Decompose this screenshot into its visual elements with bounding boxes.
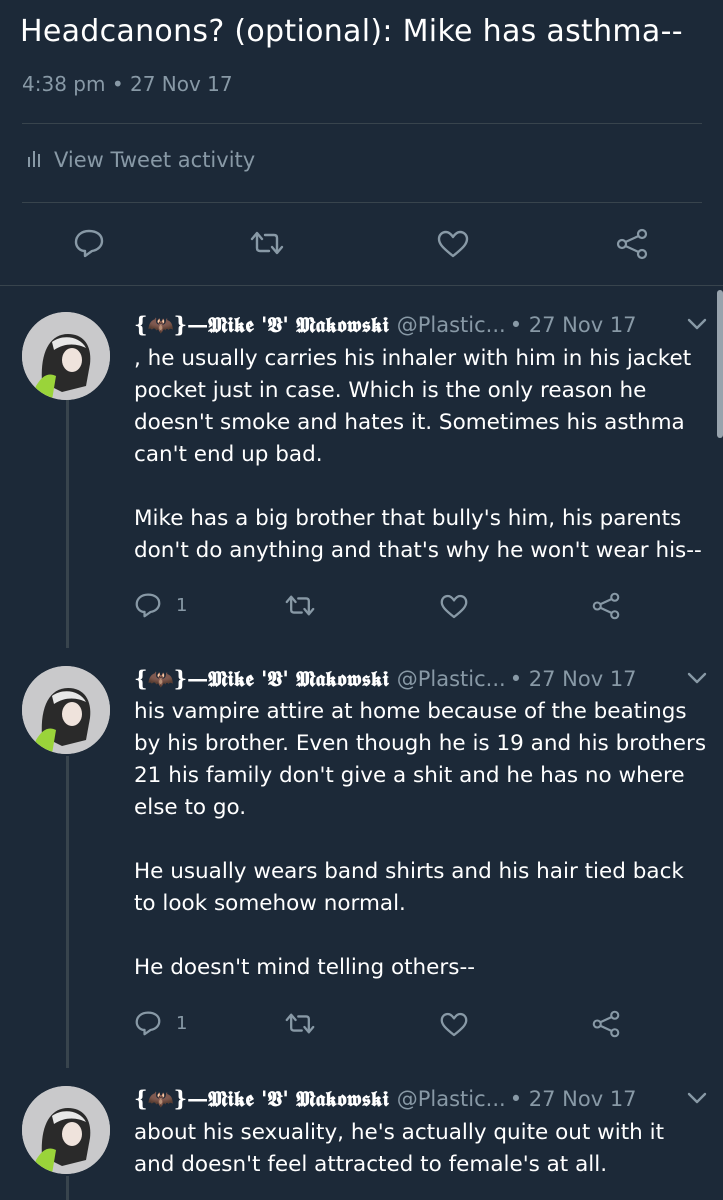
heart-icon (440, 1012, 468, 1037)
reply-paragraph: , he usually carries his inhaler with hi… (134, 346, 692, 467)
display-name[interactable]: {🦇}—𝕸𝖎𝖐𝖊 '𝖁' 𝕸𝖆𝖐𝖔𝖜𝖘𝖐𝖎 (134, 312, 389, 338)
share-icon (591, 592, 621, 620)
user-handle[interactable]: @Plastic... (397, 667, 506, 691)
reply-paragraph: He usually wears band shirts and his hai… (134, 859, 684, 916)
reply-tweet[interactable]: {🦇}—𝕸𝖎𝖐𝖊 '𝖁' 𝕸𝖆𝖐𝖔𝖜𝖘𝖐𝖎 @Plastic... • 27 N… (0, 312, 723, 642)
reply-action-bar: 1 (0, 588, 723, 628)
divider (0, 285, 723, 286)
view-tweet-activity-link[interactable]: View Tweet activity (28, 148, 255, 172)
chevron-down-icon[interactable] (686, 670, 708, 689)
divider (22, 123, 702, 124)
user-handle[interactable]: @Plastic... (397, 313, 506, 337)
retweet-button[interactable] (285, 1012, 315, 1035)
share-button[interactable] (591, 1010, 621, 1038)
reply-body: his vampire attire at home because of th… (134, 696, 709, 984)
reply-date: • 27 Nov 17 (509, 313, 637, 337)
share-icon (591, 1010, 621, 1038)
divider (22, 202, 702, 203)
heart-icon (440, 594, 468, 619)
reply-paragraph: He doesn't mind telling others-- (134, 955, 475, 980)
avatar[interactable] (22, 312, 110, 400)
reply-header: {🦇}—𝕸𝖎𝖐𝖊 '𝖁' 𝕸𝖆𝖐𝖔𝖜𝖘𝖐𝖎 @Plastic... • 27 N… (134, 312, 637, 338)
reply-body: , he usually carries his inhaler with hi… (134, 343, 709, 567)
retweet-button[interactable] (250, 230, 284, 256)
heart-icon (437, 230, 469, 258)
retweet-button[interactable] (285, 594, 315, 617)
avatar[interactable] (22, 1086, 110, 1174)
timestamp-separator: • (111, 72, 124, 96)
share-button[interactable] (591, 592, 621, 620)
tweet-action-bar (0, 218, 723, 268)
reply-icon (134, 1010, 162, 1036)
scrollbar[interactable] (717, 290, 723, 438)
display-name[interactable]: {🦇}—𝕸𝖎𝖐𝖊 '𝖁' 𝕸𝖆𝖐𝖔𝖜𝖘𝖐𝖎 (134, 666, 389, 692)
reply-date: • 27 Nov 17 (509, 667, 637, 691)
reply-count: 1 (176, 1012, 188, 1034)
display-name[interactable]: {🦇}—𝕸𝖎𝖐𝖊 '𝖁' 𝕸𝖆𝖐𝖔𝖜𝖘𝖐𝖎 (134, 1086, 389, 1112)
reply-body: about his sexuality, he's actually quite… (134, 1117, 709, 1181)
retweet-icon (285, 594, 315, 617)
bar-chart-icon (28, 148, 42, 172)
reply-action-bar: 1 (0, 1006, 723, 1046)
tweet-timestamp: 4:38 pm • 27 Nov 17 (22, 72, 233, 96)
reply-icon (73, 228, 105, 258)
like-button[interactable] (437, 230, 469, 258)
reply-header: {🦇}—𝕸𝖎𝖐𝖊 '𝖁' 𝕸𝖆𝖐𝖔𝖜𝖘𝖐𝖎 @Plastic... • 27 N… (134, 1086, 637, 1112)
share-button[interactable] (615, 228, 649, 260)
view-tweet-activity-label: View Tweet activity (54, 148, 256, 172)
share-icon (615, 228, 649, 260)
reply-tweet[interactable]: {🦇}—𝕸𝖎𝖐𝖊 '𝖁' 𝕸𝖆𝖐𝖔𝖜𝖘𝖐𝖎 @Plastic... • 27 N… (0, 1086, 723, 1200)
reply-icon (134, 592, 162, 618)
reply-paragraph: about his sexuality, he's actually quite… (134, 1120, 665, 1177)
reply-button[interactable]: 1 (134, 592, 187, 618)
tweet-time: 4:38 pm (22, 72, 106, 96)
chevron-down-icon[interactable] (686, 1090, 708, 1109)
reply-tweet[interactable]: {🦇}—𝕸𝖎𝖐𝖊 '𝖁' 𝕸𝖆𝖐𝖔𝖜𝖘𝖐𝖎 @Plastic... • 27 N… (0, 666, 723, 1046)
tweet-text: Headcanons? (optional): Mike has asthma-… (20, 14, 683, 49)
reply-button[interactable]: 1 (134, 1010, 187, 1036)
tweet-date: 27 Nov 17 (129, 72, 233, 96)
like-button[interactable] (440, 1012, 468, 1037)
reply-date: • 27 Nov 17 (509, 1087, 637, 1111)
chevron-down-icon[interactable] (686, 316, 708, 335)
reply-button[interactable] (73, 228, 105, 258)
reply-paragraph: Mike has a big brother that bully's him,… (134, 506, 702, 563)
retweet-icon (285, 1012, 315, 1035)
reply-header: {🦇}—𝕸𝖎𝖐𝖊 '𝖁' 𝕸𝖆𝖐𝖔𝖜𝖘𝖐𝖎 @Plastic... • 27 N… (134, 666, 637, 692)
user-handle[interactable]: @Plastic... (397, 1087, 506, 1111)
retweet-icon (250, 230, 284, 256)
reply-paragraph: his vampire attire at home because of th… (134, 699, 707, 820)
like-button[interactable] (440, 594, 468, 619)
reply-count: 1 (176, 594, 188, 616)
avatar[interactable] (22, 666, 110, 754)
